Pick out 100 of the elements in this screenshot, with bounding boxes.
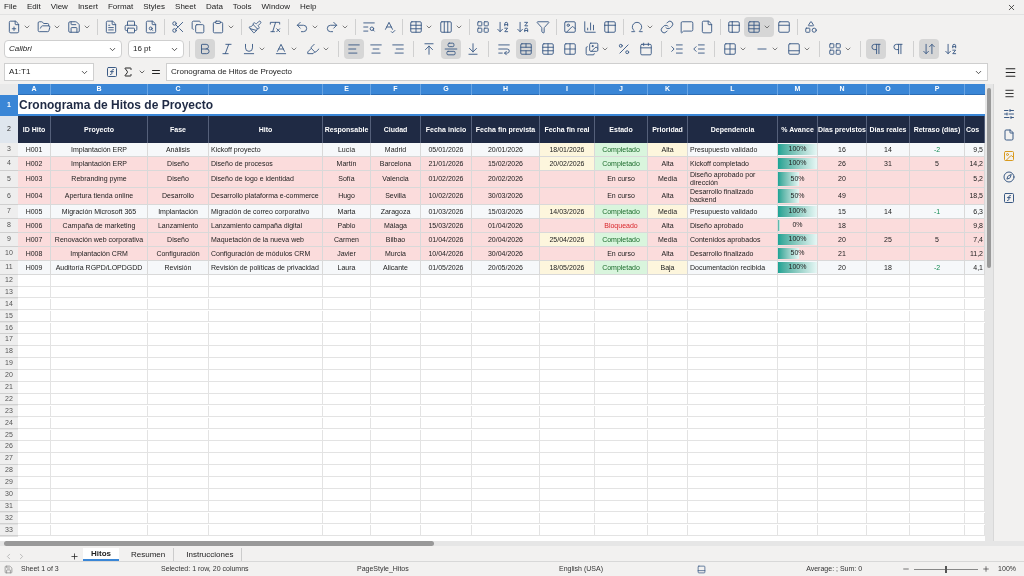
grid-cell[interactable] (867, 524, 910, 537)
redo-icon[interactable] (325, 19, 339, 34)
grid-cell[interactable] (818, 429, 867, 442)
grid-cell[interactable] (371, 453, 421, 465)
grid-cell[interactable] (472, 275, 540, 287)
last-sheet-icon[interactable] (17, 552, 26, 561)
grid-cell[interactable] (818, 453, 867, 465)
grid-cell[interactable] (323, 453, 371, 465)
grid-cell[interactable] (209, 310, 323, 323)
grid-cell[interactable] (421, 453, 472, 465)
grid-cell[interactable] (421, 500, 472, 513)
grid-cell[interactable] (371, 465, 421, 477)
menu-item[interactable]: File (4, 1, 17, 13)
grid-cell[interactable] (323, 417, 371, 430)
sum-icon[interactable] (122, 66, 134, 78)
grid-cell[interactable] (209, 286, 323, 299)
grid-cell[interactable] (421, 310, 472, 323)
grid-cell[interactable] (595, 405, 648, 418)
add-sheet-icon[interactable] (70, 552, 79, 561)
grid-cell[interactable] (472, 370, 540, 382)
grid-cell[interactable] (421, 382, 472, 394)
column-icon[interactable] (439, 19, 453, 34)
menu-icon[interactable] (1004, 65, 1017, 79)
grid-cell[interactable] (778, 441, 818, 453)
menu-item[interactable]: Help (300, 1, 317, 13)
grid-cell[interactable] (51, 417, 148, 430)
grid-cell[interactable] (323, 465, 371, 477)
grid-cell[interactable] (421, 322, 472, 335)
grid-cell[interactable] (540, 453, 595, 465)
grid-cell[interactable] (371, 322, 421, 335)
styles-icon[interactable] (1003, 129, 1015, 141)
grid-cell[interactable] (910, 370, 965, 382)
grid-cell[interactable] (595, 370, 648, 382)
highlighter-icon[interactable] (306, 42, 320, 56)
font-name-field[interactable]: Calibri (4, 40, 122, 58)
grid-cell[interactable] (818, 477, 867, 489)
grid-cell[interactable] (421, 405, 472, 418)
grid-cell[interactable] (323, 322, 371, 335)
grid-cell[interactable] (595, 358, 648, 370)
grid-cell[interactable] (867, 370, 910, 382)
grid-cell[interactable] (18, 358, 51, 370)
grid-cell[interactable] (148, 298, 209, 311)
grid-cell[interactable] (648, 477, 688, 489)
grid-cell[interactable] (209, 524, 323, 537)
grid-cell[interactable] (688, 477, 778, 489)
grid-cell[interactable] (472, 465, 540, 477)
caret-icon[interactable] (322, 45, 330, 53)
grid-cell[interactable] (540, 286, 595, 299)
grid-cell[interactable] (18, 453, 51, 465)
grid-cell[interactable] (209, 417, 323, 430)
grid-cell[interactable] (867, 512, 910, 525)
grid-cell[interactable] (540, 441, 595, 453)
borders-icon[interactable] (723, 42, 737, 56)
grid-cell[interactable] (540, 382, 595, 394)
grid-cell[interactable] (910, 334, 965, 346)
grid-cell[interactable] (148, 465, 209, 477)
grid-cell[interactable] (818, 322, 867, 335)
grid-cell[interactable] (18, 512, 51, 525)
grid-cell[interactable] (371, 358, 421, 370)
vertical-scrollbar[interactable] (985, 84, 993, 541)
freeze-rows-icon[interactable] (747, 19, 761, 34)
grid-cell[interactable] (51, 489, 148, 501)
grid-cell[interactable] (688, 453, 778, 465)
grid-cell[interactable] (778, 405, 818, 418)
grid-cell[interactable] (648, 393, 688, 406)
grid-cell[interactable] (18, 405, 51, 418)
grid-cell[interactable] (648, 512, 688, 525)
grid-cell[interactable] (910, 441, 965, 453)
grid-cell[interactable] (595, 322, 648, 335)
grid-cell[interactable] (209, 322, 323, 335)
grid-cell[interactable] (540, 322, 595, 335)
grid-cell[interactable] (595, 298, 648, 311)
grid-cell[interactable] (209, 477, 323, 489)
horizontal-scrollbar[interactable] (0, 541, 1024, 546)
grid-cell[interactable] (595, 429, 648, 442)
grid-cell[interactable] (51, 310, 148, 323)
grid-cell[interactable] (472, 512, 540, 525)
grid-cell[interactable] (540, 500, 595, 513)
grid-cell[interactable] (51, 524, 148, 537)
grid-cell[interactable] (910, 417, 965, 430)
grid-cell[interactable] (867, 489, 910, 501)
grid-cell[interactable] (148, 275, 209, 287)
grid-cell[interactable] (209, 346, 323, 358)
left-to-right-icon[interactable] (866, 39, 886, 59)
grid-cell[interactable] (910, 405, 965, 418)
grid-cell[interactable] (472, 500, 540, 513)
grid-cell[interactable] (778, 370, 818, 382)
grid-cell[interactable] (371, 310, 421, 323)
grid-cell[interactable] (18, 382, 51, 394)
grid-cell[interactable] (818, 286, 867, 299)
grid-cell[interactable] (540, 346, 595, 358)
grid-cell[interactable] (209, 358, 323, 370)
grid-cell[interactable] (323, 405, 371, 418)
grid-cell[interactable] (648, 346, 688, 358)
function-wizard-icon[interactable] (106, 66, 118, 78)
grid-cell[interactable] (421, 489, 472, 501)
grid-cell[interactable] (867, 310, 910, 323)
grid-cell[interactable] (648, 310, 688, 323)
grid-cell[interactable] (51, 322, 148, 335)
grid-cell[interactable] (148, 346, 209, 358)
